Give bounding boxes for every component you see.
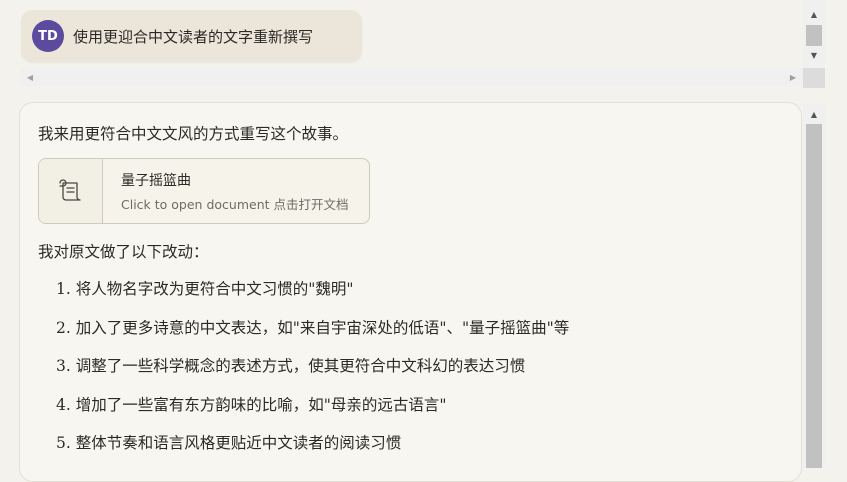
changes-list: 1. 将人物名字改为更符合中文习惯的"魏明" 2. 加入了更多诗意的中文表达，如…	[56, 277, 569, 470]
document-title: 量子摇篮曲	[121, 172, 191, 189]
list-item: 3. 调整了一些科学概念的表述方式，使其更符合中文科幻的表达习惯	[56, 357, 526, 375]
list-item: 2. 加入了更多诗意的中文表达，如"来自宇宙深处的低语"、"量子摇篮曲"等	[56, 318, 570, 337]
scrollbar-thumb[interactable]	[806, 124, 822, 468]
scroll-down-arrow-icon[interactable]: ▼	[803, 47, 825, 63]
document-icon-box	[39, 159, 103, 223]
scroll-up-arrow-icon[interactable]: ▲	[803, 106, 825, 122]
scrollbar-corner	[803, 68, 825, 88]
horizontal-scrollbar[interactable]: ◀ ▶	[20, 68, 803, 86]
list-item: 1. 将人物名字改为更符合中文习惯的"魏明"	[56, 280, 354, 298]
document-card[interactable]: 量子摇篮曲 Click to open document 点击打开文档	[38, 158, 370, 224]
list-item: 5. 整体节奏和语言风格更贴近中文读者的阅读习惯	[56, 434, 402, 452]
document-subtitle: Click to open document 点击打开文档	[121, 196, 349, 212]
scrollbar-thumb[interactable]	[806, 25, 822, 46]
scroll-right-arrow-icon[interactable]: ▶	[785, 68, 801, 86]
scroll-up-arrow-icon[interactable]: ▲	[803, 6, 825, 22]
response-intro: 我来用更符合中文文风的方式重写这个故事。	[38, 125, 349, 143]
user-message-pane: TD 使用更迎合中文读者的文字重新撰写	[0, 0, 803, 68]
response-vertical-scrollbar[interactable]: ▲	[803, 104, 825, 468]
list-item: 4. 增加了一些富有东方韵味的比喻，如"母亲的远古语言"	[56, 395, 447, 414]
scroll-left-arrow-icon[interactable]: ◀	[22, 68, 38, 86]
scroll-icon	[58, 179, 81, 201]
user-message-bubble: TD 使用更迎合中文读者的文字重新撰写	[21, 10, 362, 62]
user-avatar: TD	[32, 20, 64, 52]
user-message-text: 使用更迎合中文读者的文字重新撰写	[73, 27, 314, 46]
top-vertical-scrollbar[interactable]: ▲ ▼	[803, 0, 825, 68]
changes-heading: 我对原文做了以下改动：	[38, 243, 209, 261]
